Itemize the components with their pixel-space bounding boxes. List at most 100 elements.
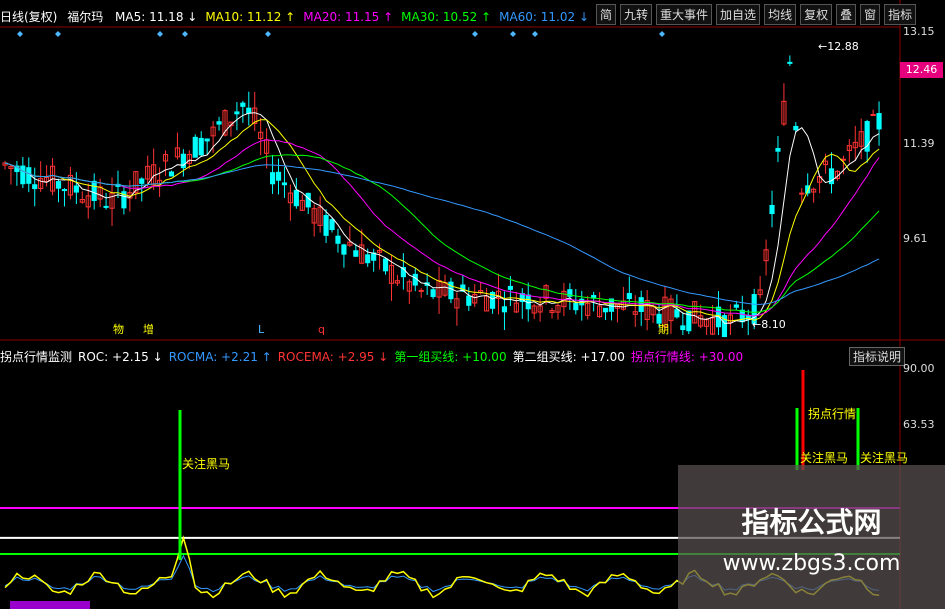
candle	[192, 136, 198, 158]
candle	[139, 178, 145, 184]
toolbar-button[interactable]: 均线	[764, 4, 797, 25]
chart-marker: 期	[658, 323, 669, 336]
signal-label: 关注黑马	[800, 450, 848, 465]
signal-label: 关注黑马	[860, 450, 908, 465]
candle	[91, 180, 97, 201]
event-marker	[157, 31, 163, 37]
toolbar-button[interactable]: 九转	[620, 4, 653, 25]
event-marker	[472, 31, 478, 37]
signal-label: 关注黑马	[182, 456, 230, 471]
candle	[335, 235, 341, 244]
candle	[365, 254, 371, 264]
candle	[382, 258, 389, 272]
indicator-explain-button[interactable]: 指标说明	[849, 347, 906, 366]
chart-title: 日线(复权)	[0, 10, 58, 24]
toolbar-button[interactable]: 复权	[800, 4, 833, 25]
candle	[739, 309, 745, 323]
candle	[103, 205, 109, 208]
candle	[799, 192, 805, 195]
toolbar-button[interactable]: 叠	[836, 4, 857, 25]
candle	[656, 313, 662, 324]
indicator-value: ROC: +2.15 ↓	[78, 350, 163, 364]
candle	[323, 215, 329, 236]
toolbar-button[interactable]: 指标	[884, 4, 917, 25]
indicator-value: ROCMA: +2.21 ↑	[168, 350, 272, 364]
chart-marker: L	[258, 323, 265, 336]
candle	[216, 121, 222, 125]
candle	[341, 244, 347, 255]
stock-name: 福尔玛	[67, 10, 104, 24]
chart-marker: q	[318, 323, 325, 336]
indicator-axis-label: 63.53	[903, 418, 935, 431]
candle	[870, 113, 876, 116]
low-price-label: ←8.10	[752, 318, 786, 331]
candle	[466, 295, 472, 306]
candle	[787, 61, 793, 64]
candle	[305, 192, 311, 208]
price-axis-label: 9.61	[903, 232, 928, 245]
ma-value-ma10: MA10: 11.12 ↑	[205, 10, 296, 24]
ma-value-ma30: MA30: 10.52 ↑	[401, 10, 492, 24]
main-header: 日线(复权) 福尔玛 MA5: 11.18 ↓ MA10: 11.12 ↑ MA20…	[0, 8, 589, 25]
candle	[234, 111, 240, 115]
bottom-bar	[10, 601, 90, 609]
candle	[430, 289, 436, 298]
ma-value-ma20: MA20: 11.15 ↑	[303, 10, 394, 24]
candle	[418, 289, 424, 292]
candle	[680, 325, 686, 331]
toolbar-button[interactable]: 窗	[860, 4, 881, 25]
event-marker	[510, 31, 516, 37]
ma-line-ma10	[4, 119, 880, 322]
event-marker	[265, 31, 271, 37]
candle	[602, 307, 609, 313]
candle	[204, 138, 210, 142]
candle	[329, 219, 335, 231]
candle	[507, 285, 513, 290]
indicator-value: ROCEMA: +2.95 ↓	[277, 350, 389, 364]
indicator-value: 第二组买线: +17.00	[512, 350, 625, 364]
candle	[168, 171, 175, 177]
candle	[73, 185, 79, 193]
toolbar-button[interactable]: 加自选	[716, 4, 761, 25]
ma-line-ma5	[4, 112, 880, 324]
signal-label: 拐点行情	[808, 406, 856, 421]
toolbar-button[interactable]: 简	[596, 4, 617, 25]
candle	[275, 171, 282, 181]
candle	[876, 113, 882, 130]
candle	[281, 182, 288, 186]
ma-line-ma20	[4, 139, 880, 317]
indicator-value: 第一组买线: +10.00	[394, 350, 507, 364]
price-axis-label: 13.15	[903, 25, 935, 38]
candle	[198, 137, 204, 156]
candle	[32, 184, 38, 190]
candle	[61, 189, 68, 192]
indicator-value: 拐点行情线: +30.00	[630, 350, 744, 364]
candle	[293, 189, 299, 207]
watermark: 指标公式网 www.zbgs3.com	[678, 465, 945, 609]
candle	[626, 292, 632, 300]
candle	[353, 250, 359, 257]
chart-marker: 增	[143, 322, 154, 336]
toolbar: 简 九转 重大事件 加自选 均线 复权 叠 窗 指标	[596, 4, 917, 25]
ma-value-ma60: MA60: 11.02 ↓	[499, 10, 590, 24]
watermark-url: www.zbgs3.com	[722, 551, 901, 576]
ma-values: MA5: 11.18 ↓ MA10: 11.12 ↑ MA20: 11.15 ↑ MA…	[107, 10, 589, 24]
chart-marker: 物	[113, 322, 124, 336]
current-price-box: 12.46	[900, 62, 943, 78]
event-marker	[659, 31, 665, 37]
event-marker	[55, 31, 61, 37]
indicator-header: 拐点行情监测 ROC: +2.15 ↓ ROCMA: +2.21 ↑ ROCEMA: …	[0, 348, 743, 365]
candle	[608, 298, 615, 312]
candle	[246, 107, 252, 114]
candle	[240, 102, 246, 107]
candle	[793, 125, 799, 131]
indicator-axis-label: 90.00	[903, 362, 935, 375]
candle	[501, 306, 508, 313]
candle	[674, 309, 680, 318]
indicator-value: 拐点行情监测	[0, 350, 73, 364]
candle	[573, 302, 579, 311]
event-marker	[17, 31, 23, 37]
toolbar-button[interactable]: 重大事件	[656, 4, 713, 25]
candle	[775, 148, 781, 152]
ma-value-ma5: MA5: 11.18 ↓	[115, 10, 198, 24]
